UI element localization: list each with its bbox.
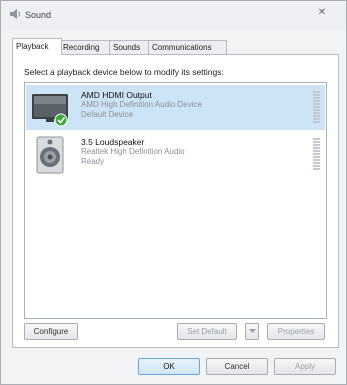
monitor-icon	[32, 94, 68, 127]
tab-sounds[interactable]: Sounds	[109, 40, 150, 54]
ok-button[interactable]: OK	[138, 358, 200, 375]
tab-recording[interactable]: Recording	[59, 40, 111, 54]
set-default-dropdown-button[interactable]	[245, 323, 259, 340]
device-list[interactable]: AMD HDMI Output AMD High Definition Audi…	[24, 82, 327, 319]
tab-playback[interactable]: Playback	[12, 38, 62, 55]
device-name: AMD HDMI Output	[81, 90, 152, 100]
speaker-app-icon	[10, 9, 20, 19]
close-icon: ✕	[317, 7, 327, 18]
chevron-down-icon	[248, 329, 256, 333]
window-title: Sound	[25, 10, 52, 20]
tab-communications[interactable]: Communications	[148, 40, 227, 54]
configure-button[interactable]: Configure	[24, 323, 78, 340]
speaker-icon	[36, 136, 64, 174]
sound-dialog: Sound ✕ Playback Recording Sounds Commun…	[0, 0, 347, 385]
device-status: Ready	[81, 157, 105, 166]
device-driver: AMD High Definition Audio Device	[81, 100, 202, 109]
device-status: Default Device	[81, 110, 134, 119]
level-meter	[313, 91, 320, 125]
level-meter	[313, 138, 320, 172]
set-default-button[interactable]: Set Default	[177, 323, 237, 340]
device-item-amd-hdmi[interactable]: AMD HDMI Output AMD High Definition Audi…	[26, 85, 325, 130]
playback-panel: Select a playback device below to modify…	[12, 54, 339, 348]
properties-button[interactable]: Properties	[267, 323, 325, 340]
device-item-loudspeaker[interactable]: 3.5 Loudspeaker Realtek High Definition …	[26, 132, 325, 177]
device-name: 3.5 Loudspeaker	[81, 137, 145, 147]
title-bar[interactable]: Sound ✕	[1, 1, 346, 29]
close-button[interactable]: ✕	[304, 3, 340, 23]
instruction-text: Select a playback device below to modify…	[24, 67, 224, 77]
apply-button[interactable]: Apply	[274, 358, 336, 375]
cancel-button[interactable]: Cancel	[206, 358, 268, 375]
device-driver: Realtek High Definition Audio	[81, 147, 185, 156]
